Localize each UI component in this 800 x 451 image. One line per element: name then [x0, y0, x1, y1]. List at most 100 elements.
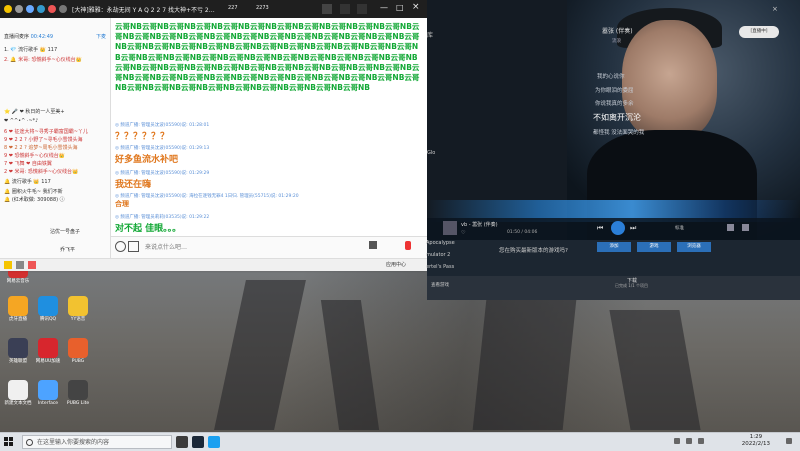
browser-button[interactable]: 浏览器: [677, 242, 711, 252]
taskbar-clock[interactable]: 1:29 2022/2/13: [742, 434, 770, 448]
lyric-line: 你说我真的多余: [595, 101, 634, 107]
user-list-item[interactable]: 🔔 流行歌手 👑 117: [4, 178, 51, 185]
tray-icon[interactable]: [674, 438, 680, 444]
windows-start-icon[interactable]: [4, 437, 14, 447]
user-list-item[interactable]: 6 ❤ 征途大将~寻秀子霸富国霸~丫儿: [4, 128, 88, 135]
image-icon[interactable]: [128, 241, 139, 252]
now-playing-title: vb - 嚣张 (伴奏): [461, 222, 498, 228]
desktop-icon-textdoc[interactable]: 新建文本文档: [4, 380, 32, 406]
wallpaper-rock: [320, 300, 380, 430]
view-games-link[interactable]: 查看游戏: [431, 282, 449, 288]
send-icon[interactable]: [369, 241, 377, 249]
message-text: ？？？？？？: [115, 132, 170, 142]
desktop-icon-yy[interactable]: YY语音: [64, 296, 92, 322]
task-view-icon[interactable]: [176, 436, 188, 448]
message-meta: ◎ 频道广播: 管理员莉莉(03535)说: 01:29:22: [115, 215, 210, 220]
user-list-item[interactable]: 乔飞平: [60, 246, 75, 253]
live-badge[interactable]: [直播中]: [739, 26, 779, 38]
volume-icon[interactable]: [16, 261, 24, 269]
next-icon[interactable]: ⏭: [630, 224, 636, 233]
mail-icon[interactable]: [48, 5, 56, 13]
user-list-item[interactable]: 🔔 (红术取做: 309088) ⓘ: [4, 196, 65, 203]
user-list-item[interactable]: ❤ ^^•^ ·~*♪: [4, 118, 38, 124]
count-badge-1: 227: [228, 5, 238, 11]
tray-icon[interactable]: [698, 438, 704, 444]
back-icon[interactable]: [15, 5, 23, 13]
song-artist: 流浪: [612, 39, 621, 44]
update-prompt: 您在购买最新版本的游戏吗?: [499, 248, 568, 254]
pause-button[interactable]: [611, 221, 625, 235]
game-list-item[interactable]: Apocalypse: [426, 240, 455, 246]
queue-user-2[interactable]: 2. 🔔 米哥: 恐慌斜手~心仪线台👑: [4, 56, 82, 63]
home-icon[interactable]: [322, 4, 332, 14]
desktop-icon-pubg[interactable]: PUBG: [64, 338, 92, 364]
taskbar-search[interactable]: 在这里输入你要搜索的内容: [22, 435, 172, 449]
share-icon[interactable]: [26, 5, 34, 13]
game-list-item[interactable]: mulator 2: [426, 252, 450, 258]
status-icon[interactable]: [4, 261, 12, 269]
desktop-icon-lol[interactable]: 英雄联盟: [4, 338, 32, 364]
player-control-bar: vb - 嚣张 (伴奏) ♡ 01:50 / 04:06 ⏮ ⏭ 标准: [427, 218, 800, 240]
window-close-icon[interactable]: ×: [772, 5, 778, 13]
user-list-item[interactable]: 9 ❤ 恐慌斜手~心仪线台👑: [4, 152, 65, 159]
game-list-item[interactable]: ertel's Pass: [426, 264, 454, 270]
count-badge-2: 2273: [256, 5, 269, 11]
user-list-item[interactable]: 8 ❤ 2 2 ? 追梦~周毛小雪馒头海: [4, 144, 78, 151]
user-list-item[interactable]: ⭐ 🎤 ❤ 秋日的一人至美+: [4, 108, 65, 115]
maximize-icon[interactable]: □: [396, 3, 404, 12]
library-label: 库: [427, 32, 434, 39]
emoji-icon[interactable]: [115, 241, 126, 252]
notification-icon[interactable]: [786, 438, 792, 444]
message-meta: ◎ 频道广播: 管理员沈波(05590)说: 01:29:13: [115, 146, 210, 151]
panel-header: 直播间麦序 00:42:49 下麦: [4, 34, 107, 40]
favorite-icon[interactable]: [37, 5, 45, 13]
grid-icon[interactable]: [357, 4, 367, 14]
add-button[interactable]: 添加: [597, 242, 631, 252]
nb-spam-message: 云哥NB云哥NB云哥NB云哥NB云哥NB云哥NB云哥NB云哥NB云哥NB云哥NB…: [115, 22, 420, 93]
now-playing-thumbnail[interactable]: [443, 221, 457, 235]
like-icon[interactable]: ♡: [461, 230, 465, 236]
app-taskbar-icon[interactable]: [208, 436, 220, 448]
desktop-icon-uu[interactable]: 网易UU加速: [34, 338, 62, 364]
clock-date: 2022/2/13: [741, 441, 770, 447]
previous-icon[interactable]: ⏮: [597, 224, 603, 233]
launcher-lower-panel: Apocalypse mulator 2 ertel's Pass 您在购买最新…: [426, 240, 800, 300]
game-icon[interactable]: [340, 4, 350, 14]
chat-input[interactable]: [143, 239, 367, 255]
quality-label[interactable]: 标准: [675, 225, 684, 231]
games-button[interactable]: 游戏: [637, 242, 671, 252]
desktop-icon-huya[interactable]: 虎牙直播: [4, 296, 32, 322]
minimize-icon[interactable]: —: [380, 3, 388, 12]
mic-icon[interactable]: [405, 241, 411, 250]
message-text: 好多鱼流水补吧: [115, 155, 179, 165]
chat-status-bar: 应用中心: [0, 258, 427, 271]
desktop-icon-qq[interactable]: 腾讯QQ: [34, 296, 62, 322]
wallpaper-rock: [609, 310, 701, 430]
volume-icon[interactable]: [742, 224, 749, 231]
user-list-item[interactable]: 沾优一号盘子: [50, 228, 80, 235]
user-list-item[interactable]: 🔔 圈积火牛毛~ 我们不新: [4, 188, 63, 195]
user-list-item[interactable]: 2 ❤ 米哥: 恐慌斜手~心仪线台👑: [4, 168, 78, 175]
user-list-item[interactable]: 7 ❤ 飞舞 ❤ 自由铁翼: [4, 160, 52, 167]
message-text: 对不起 佳眼。。。: [115, 224, 182, 234]
message-area: 云哥NB云哥NB云哥NB云哥NB云哥NB云哥NB云哥NB云哥NB云哥NB云哥NB…: [111, 18, 427, 236]
desktop-icon-interface[interactable]: Interface: [34, 380, 62, 406]
steam-taskbar-icon[interactable]: [192, 436, 204, 448]
wallpaper-rock: [472, 290, 578, 430]
queue-user-1[interactable]: 1. 💎 流行歌手 👑 117: [4, 46, 57, 53]
record-icon[interactable]: [28, 261, 36, 269]
download-status: 已完成 1/1 个项目: [615, 283, 648, 288]
chat-title-bar: [大神]雅雅：永劫无间 Y A Q 2 2 7 找大神+不亏 2… 227 22…: [0, 0, 427, 18]
user-list-item[interactable]: 9 ❤ 2 2 ? 小野了~寻毛小雪馒头海: [4, 136, 83, 143]
playlist-icon[interactable]: [727, 224, 734, 231]
app-center-link[interactable]: 应用中心: [386, 261, 406, 268]
message-meta: ◎ 频道广播: 管理员沈波(05590)说: 01:29:29: [115, 171, 210, 176]
wallpaper-rock: [214, 280, 306, 430]
close-icon[interactable]: ×: [412, 2, 420, 12]
settings-icon[interactable]: [59, 5, 67, 13]
leave-mic-link[interactable]: 下麦: [96, 33, 106, 40]
lyric-line: 我的心说你: [597, 74, 625, 80]
desktop-icon-pubg-lite[interactable]: PUBG Lite: [64, 380, 92, 406]
tray-icon[interactable]: [686, 438, 692, 444]
current-lyric: 不如离开沉沦: [593, 113, 641, 122]
